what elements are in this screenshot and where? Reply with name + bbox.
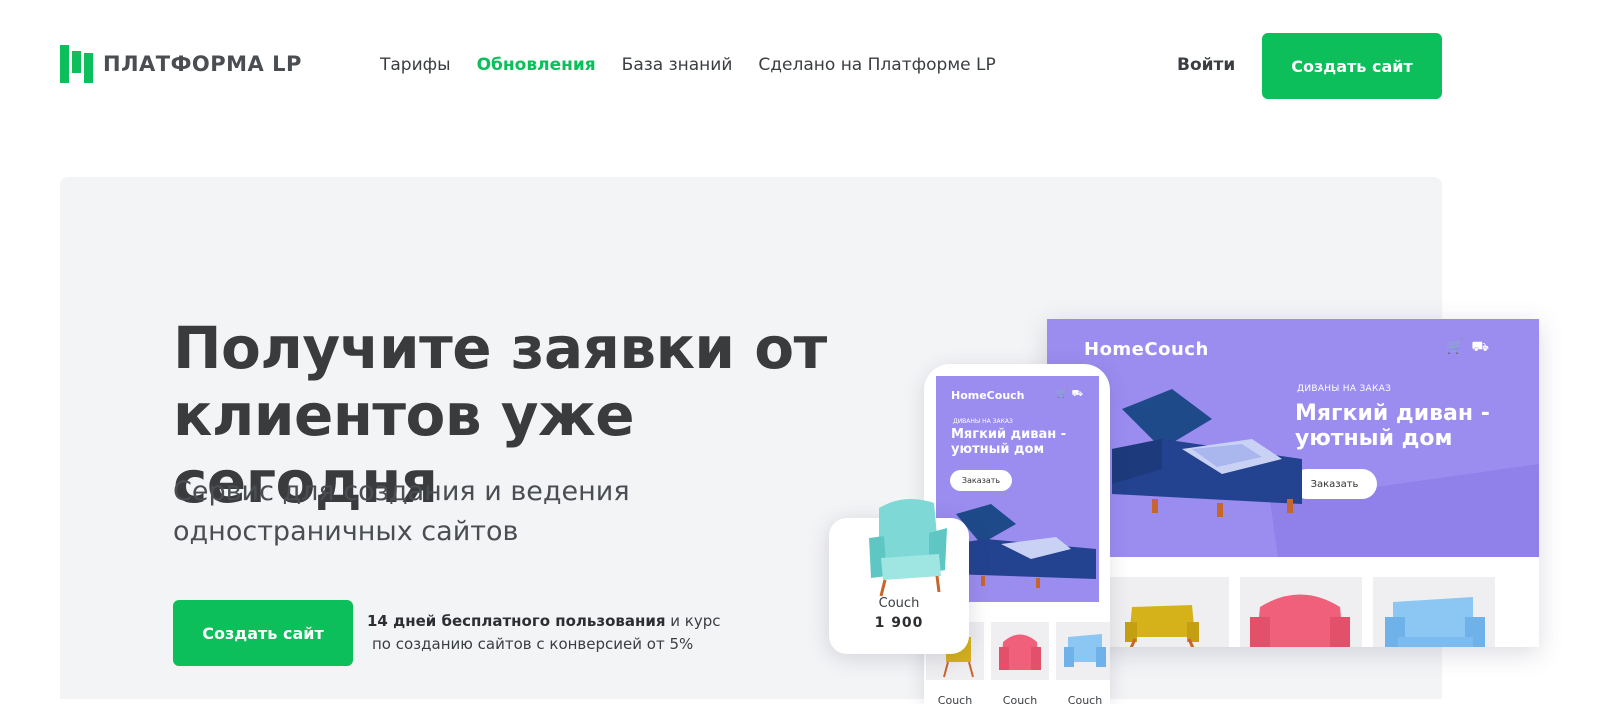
- hero-subtitle: Сервис для создания и ведения однострани…: [173, 472, 693, 552]
- floating-product-name: Couch: [878, 596, 920, 611]
- hero-subtitle-line-2: одностраничных сайтов: [173, 516, 519, 547]
- site-header: ПЛАТФОРМА LP Тарифы Обновления База знан…: [0, 0, 1604, 132]
- create-site-button-header[interactable]: Создать сайт: [1262, 33, 1442, 99]
- trial-offer-line-2: по созданию сайтов с конверсией от 5%: [372, 635, 694, 653]
- product-card: [1056, 622, 1110, 680]
- product-card: [991, 622, 1049, 680]
- desktop-mockup: HomeCouch 🛒⛟ ДИВАНЫ НА ЗАКАЗ Мягкий дива…: [1047, 319, 1539, 647]
- product-card-label: Couch: [1067, 694, 1103, 704]
- nav-item-updates[interactable]: Обновления: [477, 55, 596, 75]
- nav-item-tariffs[interactable]: Тарифы: [380, 55, 451, 75]
- phone-mockup-headline-line-1: Мягкий диван -: [951, 427, 1067, 442]
- phone-mockup-headline: Мягкий диван - уютный дом: [951, 427, 1091, 457]
- phone-mockup-headline-line-2: уютный дом: [951, 442, 1045, 457]
- logo-text: ПЛАТФОРМА LP: [103, 52, 302, 76]
- product-card-label: Couch: [937, 694, 973, 704]
- product-card: [1240, 577, 1362, 647]
- main-nav: Тарифы Обновления База знаний Сделано на…: [380, 55, 996, 75]
- cart-icon: 🛒⛟: [1445, 339, 1497, 355]
- floating-product-card: Couch 1 900: [829, 499, 969, 654]
- trial-offer-rest: и курс: [665, 612, 721, 630]
- floating-product-price: 1 900: [874, 615, 924, 631]
- sofa-illustration: [1112, 389, 1302, 517]
- mockup-headline-line-2: уютный дом: [1295, 426, 1453, 451]
- trial-offer-bold: 14 дней бесплатного пользования: [367, 612, 666, 630]
- create-site-button-hero[interactable]: Создать сайт: [173, 600, 353, 666]
- mockup-order-button: Заказать: [1292, 469, 1377, 499]
- logo-mark-icon: [60, 45, 94, 83]
- login-link[interactable]: Войти: [1177, 55, 1235, 75]
- logo[interactable]: ПЛАТФОРМА LP: [60, 45, 302, 83]
- phone-mockup-brand: HomeCouch: [951, 389, 1025, 402]
- mockup-headline: Мягкий диван - уютный дом: [1295, 401, 1505, 451]
- phone-mockup-order-button: Заказать: [950, 470, 1012, 491]
- nav-item-made-on-platform[interactable]: Сделано на Платформе LP: [758, 55, 995, 75]
- phone-mockup-kicker: ДИВАНЫ НА ЗАКАЗ: [953, 418, 1013, 425]
- truck-icon: 🛒⛟: [1056, 389, 1087, 399]
- product-card-label: Couch: [1002, 694, 1038, 704]
- hero-subtitle-line-1: Сервис для создания и ведения: [173, 476, 630, 507]
- armchair-illustration: [869, 499, 947, 597]
- nav-item-knowledge-base[interactable]: База знаний: [622, 55, 733, 75]
- product-card: [1373, 577, 1495, 647]
- trial-offer-text: 14 дней бесплатного пользования и курс п…: [367, 610, 727, 656]
- hero-title-line-1: Получите заявки от: [173, 314, 827, 382]
- desktop-mockup-banner: HomeCouch 🛒⛟ ДИВАНЫ НА ЗАКАЗ Мягкий дива…: [1047, 319, 1539, 557]
- mockup-headline-line-1: Мягкий диван -: [1295, 401, 1490, 426]
- mockup-kicker: ДИВАНЫ НА ЗАКАЗ: [1297, 384, 1392, 394]
- mockup-brand: HomeCouch: [1084, 339, 1209, 360]
- product-card: [1107, 577, 1229, 647]
